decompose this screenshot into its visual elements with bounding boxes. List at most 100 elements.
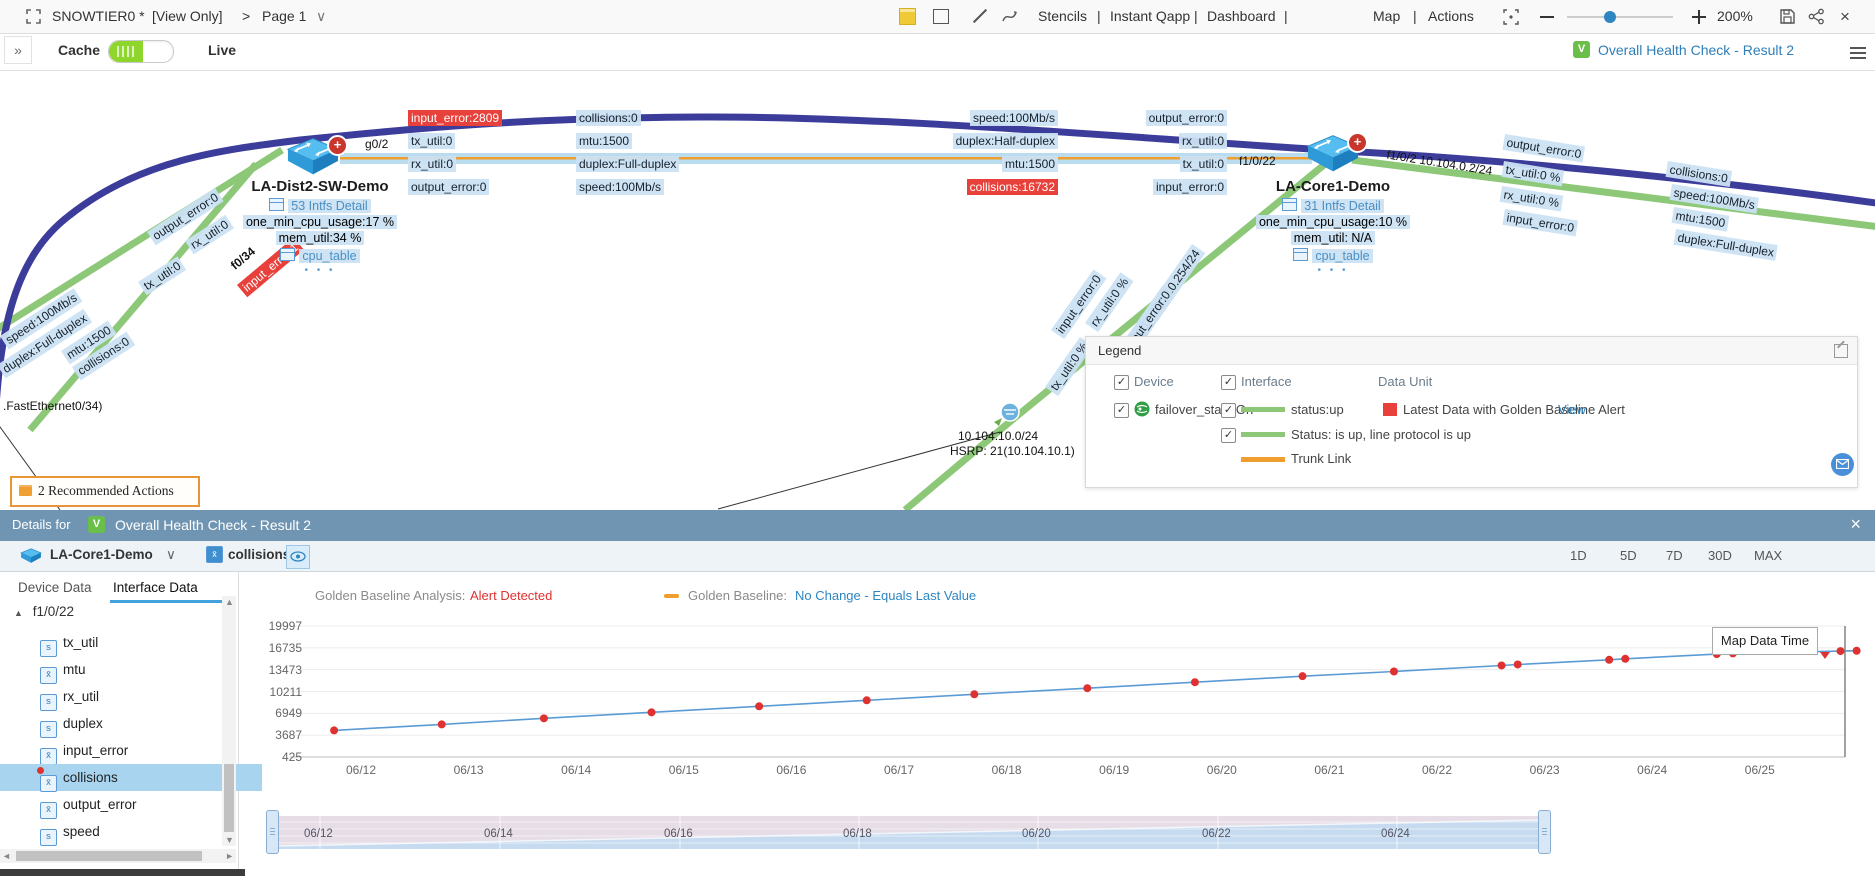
device-alert-badge[interactable]: + (1347, 132, 1368, 153)
legend-interface-checkbox[interactable]: ✓ (1221, 375, 1236, 390)
map-data-time-marker[interactable]: Map Data Time (1712, 627, 1818, 655)
note-tool-icon[interactable] (899, 8, 916, 25)
metric-type-icon: x̄ (40, 802, 57, 819)
tree-expand-icon[interactable]: ▲ (14, 608, 23, 618)
mem-util-label: mem_util: N/A (1291, 231, 1376, 245)
x-tick-label: 06/21 (1309, 763, 1349, 777)
zoom-in-button[interactable] (1692, 10, 1706, 24)
x-tick-label: 06/23 (1525, 763, 1565, 777)
table-icon (269, 198, 284, 211)
legend-status-line-label: Status: is up, line protocol is up (1291, 427, 1471, 442)
zoom-out-button[interactable] (1540, 16, 1554, 18)
cpu-table-link[interactable]: cpu_table (1312, 249, 1372, 263)
scroll-down-icon[interactable]: ▼ (225, 835, 234, 845)
intfs-detail-link[interactable]: 53 Intfs Detail (288, 199, 370, 213)
legend-status-up-checkbox[interactable]: ✓ (1221, 403, 1236, 418)
legend-device-checkbox[interactable]: ✓ (1114, 375, 1129, 390)
menu-instant-qapp[interactable]: Instant Qapp (1110, 0, 1190, 33)
eye-toggle-button[interactable] (286, 545, 310, 569)
scroll-up-icon[interactable]: ▲ (225, 597, 234, 607)
intfs-detail-link[interactable]: 31 Intfs Detail (1301, 199, 1383, 213)
view-only-label: [View Only] (152, 0, 223, 33)
tree-group[interactable]: ▲ f1/0/22 (14, 604, 74, 619)
tree-group-label: f1/0/22 (33, 604, 74, 619)
x-tick-label: 06/15 (664, 763, 704, 777)
x-tick-label: 06/19 (1094, 763, 1134, 777)
zoom-slider-handle[interactable] (1604, 11, 1616, 23)
map-label-chip: input_error:2809 (408, 110, 502, 126)
close-map-icon[interactable]: × (1840, 0, 1850, 33)
vscroll-thumb[interactable] (224, 764, 234, 832)
metric-type-icon: x̄ (40, 748, 57, 765)
slider-left-handle[interactable] (266, 810, 279, 854)
cpu-table-link[interactable]: cpu_table (299, 249, 359, 263)
cache-live-toggle[interactable] (108, 40, 174, 63)
expand-map-icon[interactable] (26, 9, 41, 24)
legend-status-line-checkbox[interactable]: ✓ (1221, 428, 1236, 443)
scroll-right-icon[interactable]: ► (225, 851, 234, 861)
email-button[interactable] (1831, 453, 1854, 476)
legend-alert-label: Latest Data with Golden Baseline Alert (1403, 402, 1625, 417)
menu-dashboard[interactable]: Dashboard (1207, 0, 1276, 33)
legend-failover-checkbox[interactable]: ✓ (1114, 403, 1129, 418)
recommended-actions-label: 2 Recommended Actions (38, 483, 174, 498)
device-name[interactable]: LA-Dist2-SW-Demo (195, 178, 445, 195)
time-range-slider[interactable] (276, 816, 1540, 849)
details-close-icon[interactable]: × (1850, 514, 1861, 535)
range-button-max[interactable]: MAX (1754, 548, 1782, 563)
sidebar-vscrollbar[interactable]: ▲ ▼ (222, 596, 236, 846)
fit-screen-icon[interactable] (1503, 9, 1519, 25)
more-options-icon[interactable]: • • • (195, 265, 445, 276)
map-label-chip: .FastEthernet0/34) (0, 398, 105, 414)
curve-tool-icon[interactable] (1002, 8, 1020, 24)
save-icon[interactable] (1779, 8, 1796, 25)
range-button-7d[interactable]: 7D (1666, 548, 1683, 563)
more-options-icon[interactable]: • • • (1208, 265, 1458, 276)
active-tab-underline (110, 600, 228, 603)
metric-tab[interactable]: collisions (228, 547, 290, 562)
menu-stencils[interactable]: Stencils (1038, 0, 1087, 33)
hscroll-thumb[interactable] (16, 851, 202, 861)
zoom-slider[interactable] (1567, 16, 1673, 18)
rectangle-tool-icon[interactable] (933, 9, 949, 24)
device-chevron-icon[interactable]: ∨ (166, 547, 176, 563)
details-device-selector[interactable]: LA-Core1-Demo (50, 547, 153, 562)
trunk-link-line[interactable] (340, 157, 1312, 160)
range-button-1d[interactable]: 1D (1570, 548, 1587, 563)
recommended-actions-button[interactable]: 2 Recommended Actions (10, 476, 200, 507)
device-name[interactable]: LA-Core1-Demo (1208, 178, 1458, 195)
device-alert-badge[interactable]: + (327, 135, 348, 156)
slider-date-label: 06/24 (1381, 828, 1410, 840)
golden-analysis-value: Alert Detected (470, 588, 552, 603)
menu-hamburger-icon[interactable] (1850, 44, 1866, 62)
map-data-time-pointer-icon (1820, 652, 1830, 659)
range-button-5d[interactable]: 5D (1620, 548, 1637, 563)
map-title[interactable]: SNOWTIER0 * (52, 0, 145, 33)
range-button-30d[interactable]: 30D (1708, 548, 1732, 563)
legend-expand-icon[interactable] (1834, 344, 1848, 358)
scroll-left-icon[interactable]: ◄ (2, 851, 11, 861)
trunk-link-swatch (1241, 457, 1285, 462)
line-tool-icon[interactable] (973, 9, 987, 23)
collapse-panel-button[interactable]: » (4, 36, 32, 64)
cpu-usage-label: one_min_cpu_usage:10 % (1256, 215, 1410, 229)
golden-baseline-value[interactable]: No Change - Equals Last Value (795, 588, 976, 603)
tab-device-data[interactable]: Device Data (18, 580, 92, 595)
legend-view-link[interactable]: View (1558, 402, 1586, 417)
page-selector[interactable]: Page 1 (262, 0, 306, 33)
sidebar-hscrollbar[interactable]: ◄ ► (0, 849, 236, 863)
table-icon (280, 248, 295, 261)
menu-actions[interactable]: Actions (1428, 0, 1474, 33)
hsrp-node-icon[interactable] (1001, 403, 1019, 421)
legend-failover-label: failover_state:On (1155, 402, 1253, 417)
tab-interface-data[interactable]: Interface Data (113, 580, 198, 595)
share-icon[interactable] (1808, 8, 1825, 25)
map-label-chip: speed:100Mb/s (576, 179, 664, 195)
health-check-result-link[interactable]: Overall Health Check - Result 2 (1598, 42, 1794, 58)
toggle-on-half (109, 41, 143, 62)
page-chevron-icon[interactable]: ∨ (316, 0, 326, 33)
slider-right-handle[interactable] (1538, 810, 1551, 854)
menu-map[interactable]: Map (1373, 0, 1400, 33)
metric-type-icon: x̄ (40, 775, 57, 792)
status-up-swatch (1241, 407, 1285, 412)
